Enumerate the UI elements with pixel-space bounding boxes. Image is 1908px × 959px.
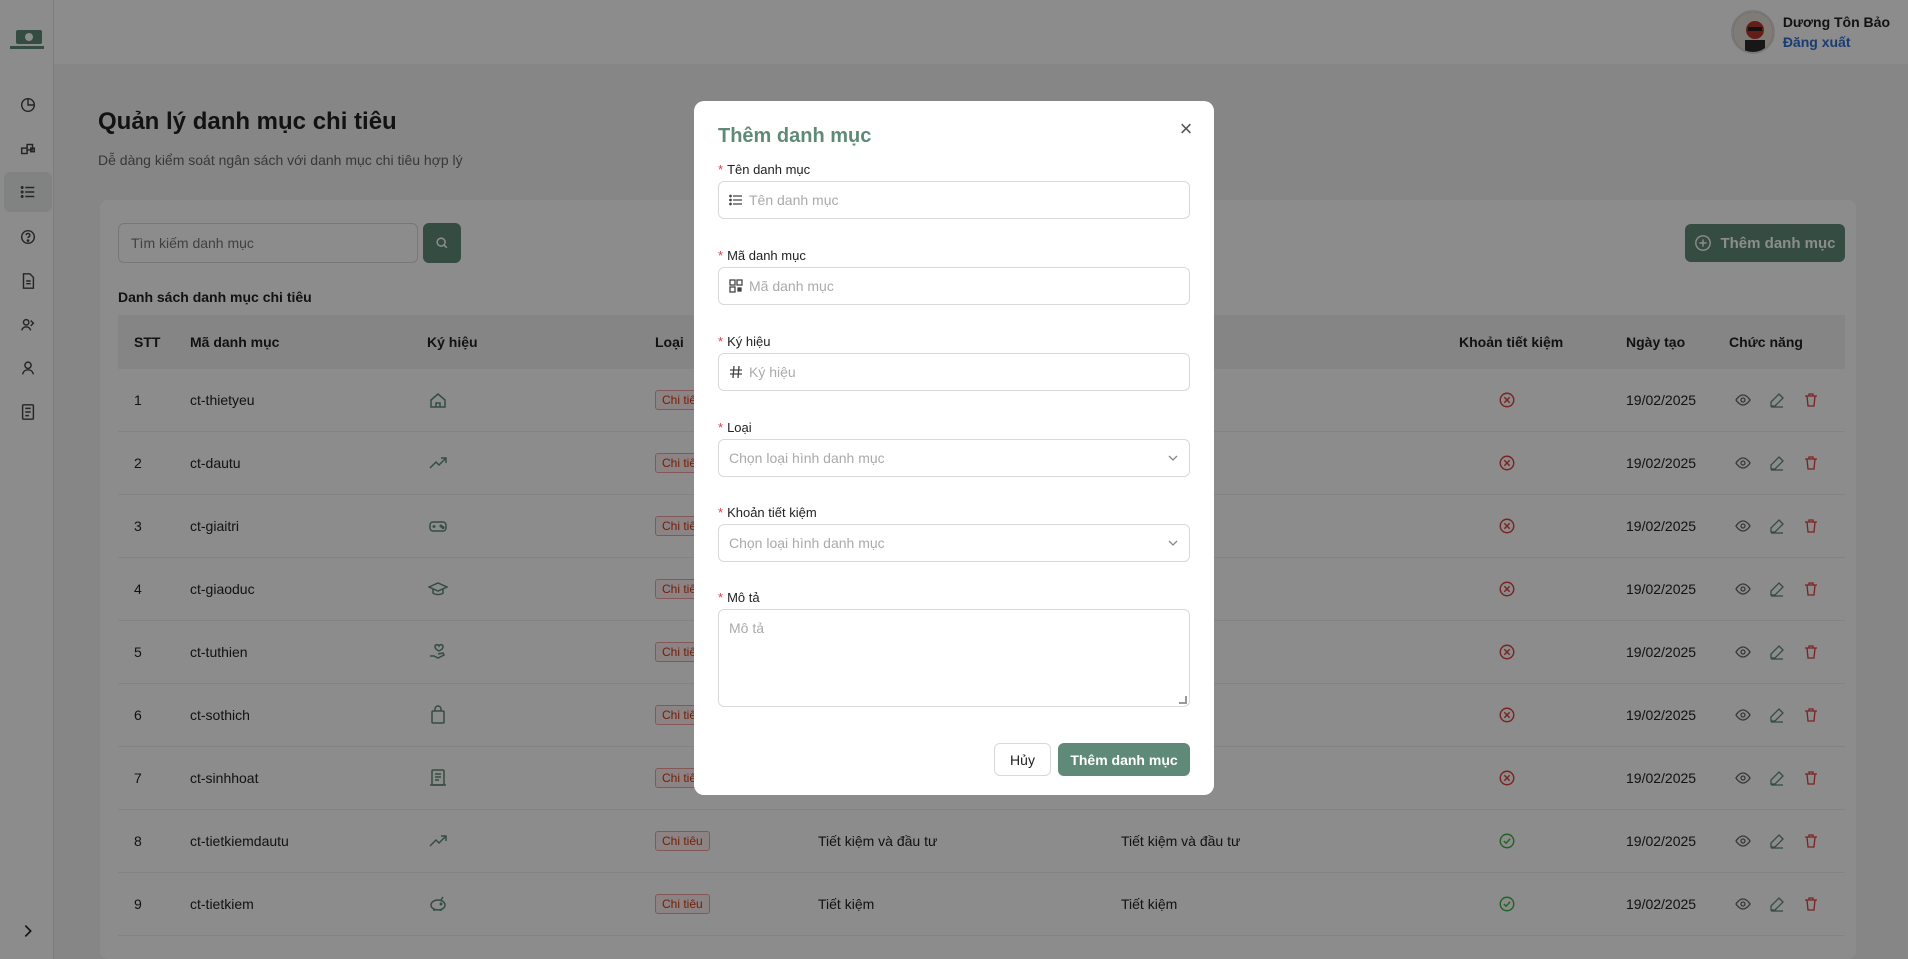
desc-label: * Mô tả [718, 590, 760, 605]
desc-placeholder: Mô tả [729, 620, 765, 636]
name-field[interactable]: Tên danh mục [718, 181, 1190, 219]
close-icon[interactable]: × [1176, 118, 1196, 140]
symbol-label: * Ký hiệu [718, 334, 771, 349]
savings-placeholder: Chọn loại hình danh mục [729, 535, 885, 551]
qrcode-icon [729, 279, 743, 293]
code-field[interactable]: Mã danh mục [718, 267, 1190, 305]
savings-select[interactable]: Chọn loại hình danh mục [718, 524, 1190, 562]
desc-textarea[interactable]: Mô tả [718, 609, 1190, 707]
submit-button[interactable]: Thêm danh mục [1058, 743, 1190, 776]
type-select[interactable]: Chọn loại hình danh mục [718, 439, 1190, 477]
type-label: * Loại [718, 420, 752, 435]
code-label: * Mã danh mục [718, 248, 806, 263]
name-placeholder: Tên danh mục [749, 192, 839, 208]
modal-title: Thêm danh mục [718, 125, 872, 147]
code-placeholder: Mã danh mục [749, 278, 834, 294]
add-category-modal: Thêm danh mục × * Tên danh mục Tên danh m… [694, 101, 1214, 795]
chevron-down-icon [1168, 540, 1178, 546]
chevron-down-icon [1168, 455, 1178, 461]
savings-label: * Khoản tiết kiệm [718, 505, 817, 520]
name-label: * Tên danh mục [718, 162, 811, 177]
cancel-button[interactable]: Hủy [994, 743, 1051, 776]
list-icon [729, 193, 743, 207]
type-placeholder: Chọn loại hình danh mục [729, 450, 885, 466]
symbol-field[interactable]: Ký hiệu [718, 353, 1190, 391]
resize-handle[interactable] [1179, 696, 1187, 704]
symbol-placeholder: Ký hiệu [749, 364, 796, 380]
hash-icon [729, 365, 743, 379]
